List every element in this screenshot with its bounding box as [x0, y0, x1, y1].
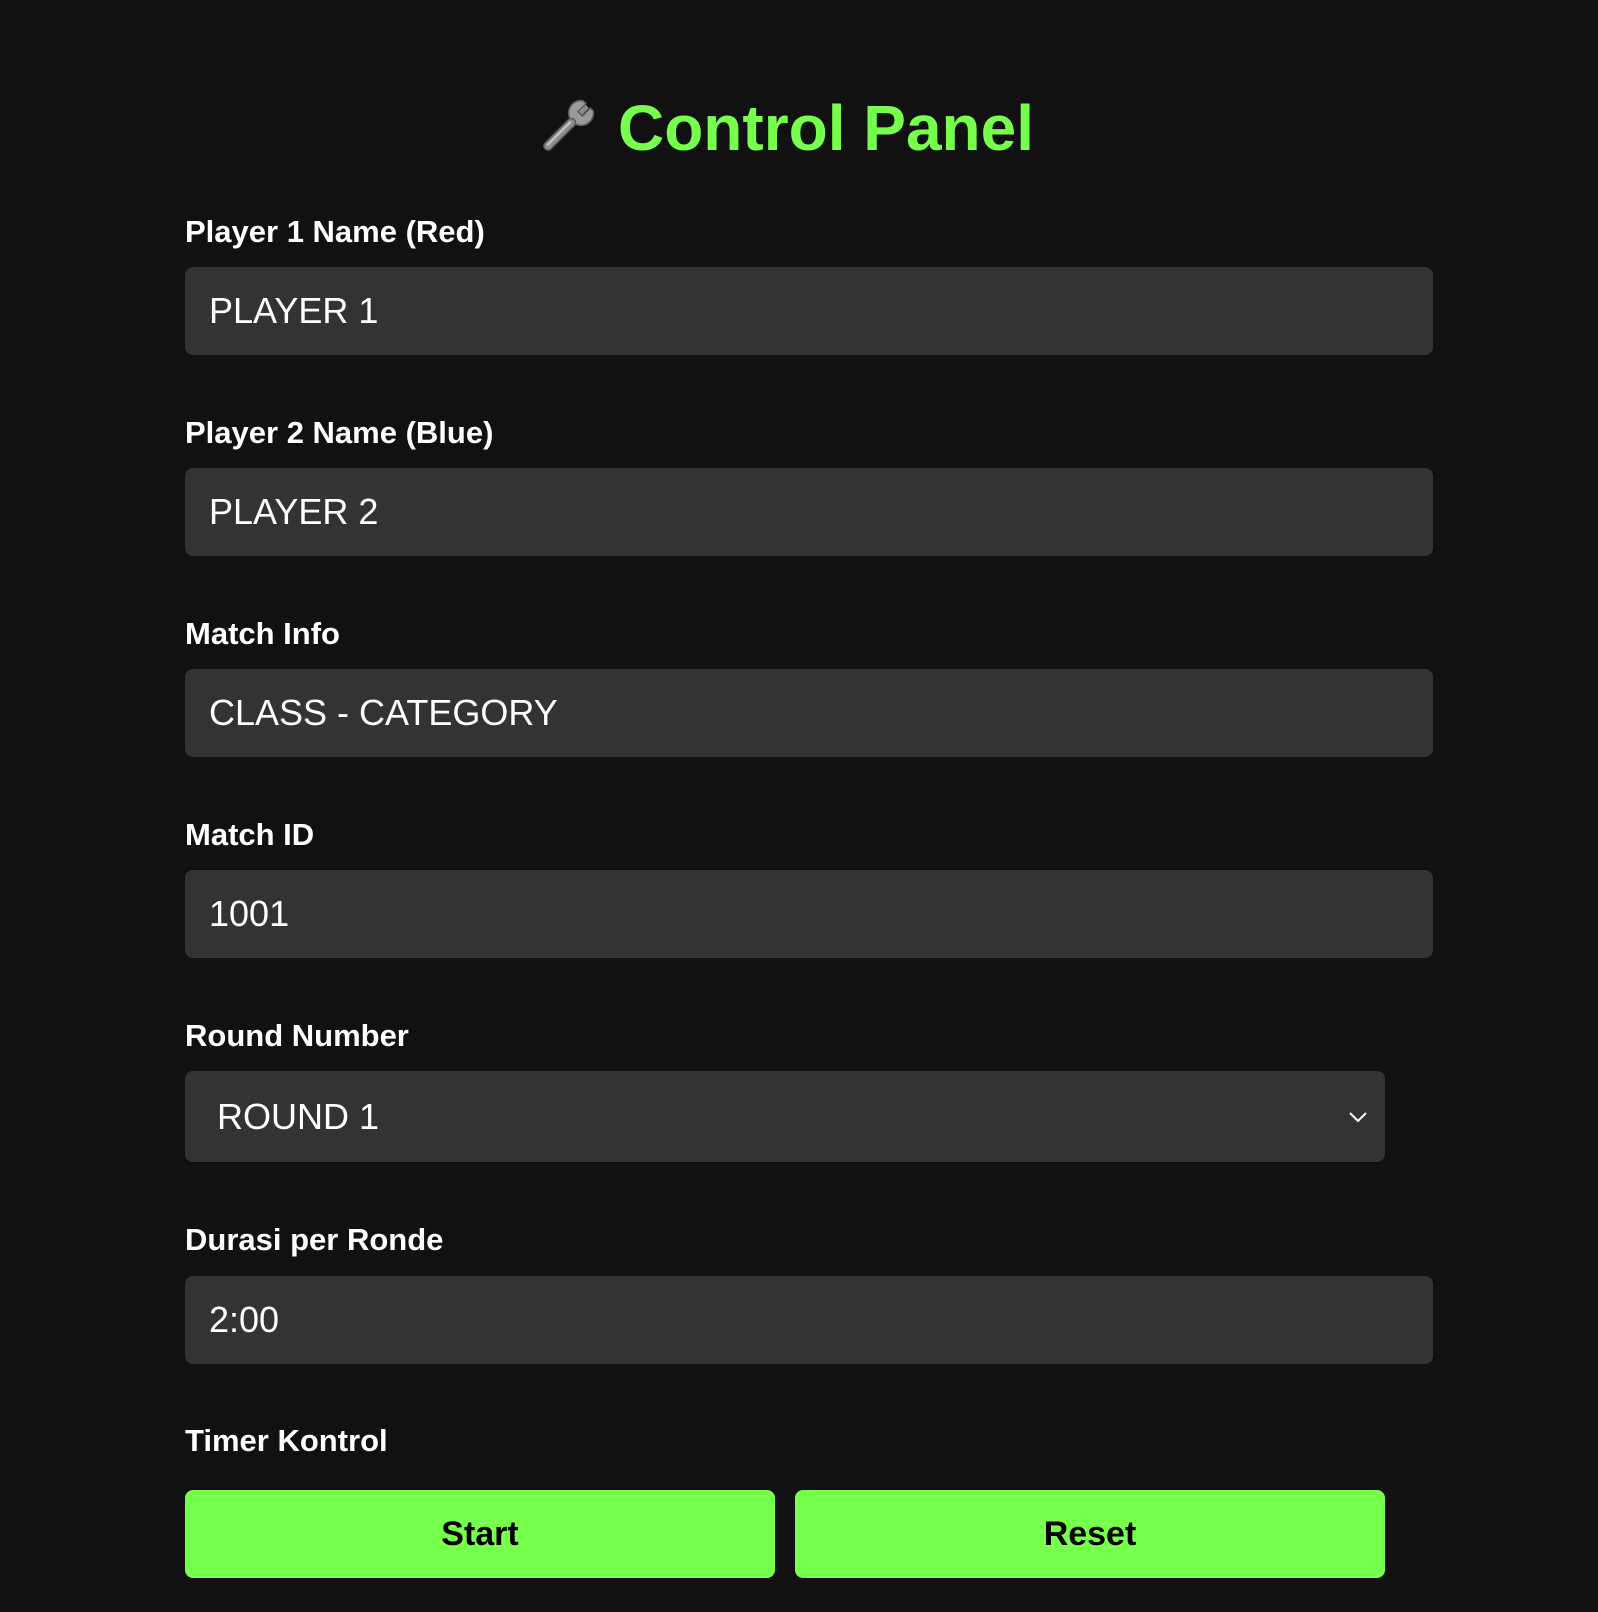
wrench-icon — [543, 99, 595, 151]
player1-label: Player 1 Name (Red) — [185, 214, 485, 249]
player1-name-input[interactable] — [185, 267, 1433, 355]
control-panel-page: Control Panel Player 1 Name (Red) Player… — [0, 0, 1598, 1612]
timer-control-label: Timer Kontrol — [185, 1423, 388, 1458]
duration-label: Durasi per Ronde — [185, 1222, 444, 1257]
player2-label: Player 2 Name (Blue) — [185, 415, 494, 450]
match-id-label: Match ID — [185, 817, 315, 852]
start-button[interactable]: Start — [185, 1490, 775, 1578]
match-info-label: Match Info — [185, 616, 340, 651]
duration-input[interactable] — [185, 1276, 1433, 1364]
chevron-down-icon — [1349, 1111, 1367, 1122]
match-info-input[interactable] — [185, 669, 1433, 757]
player2-name-input[interactable] — [185, 468, 1433, 556]
match-id-input[interactable] — [185, 870, 1433, 958]
reset-button[interactable]: Reset — [795, 1490, 1385, 1578]
round-number-select[interactable]: ROUND 1 — [185, 1071, 1385, 1162]
round-number-selected: ROUND 1 — [217, 1095, 380, 1137]
round-number-label: Round Number — [185, 1018, 409, 1053]
page-title: Control Panel — [0, 88, 1568, 168]
page-title-text: Control Panel — [617, 92, 1035, 164]
